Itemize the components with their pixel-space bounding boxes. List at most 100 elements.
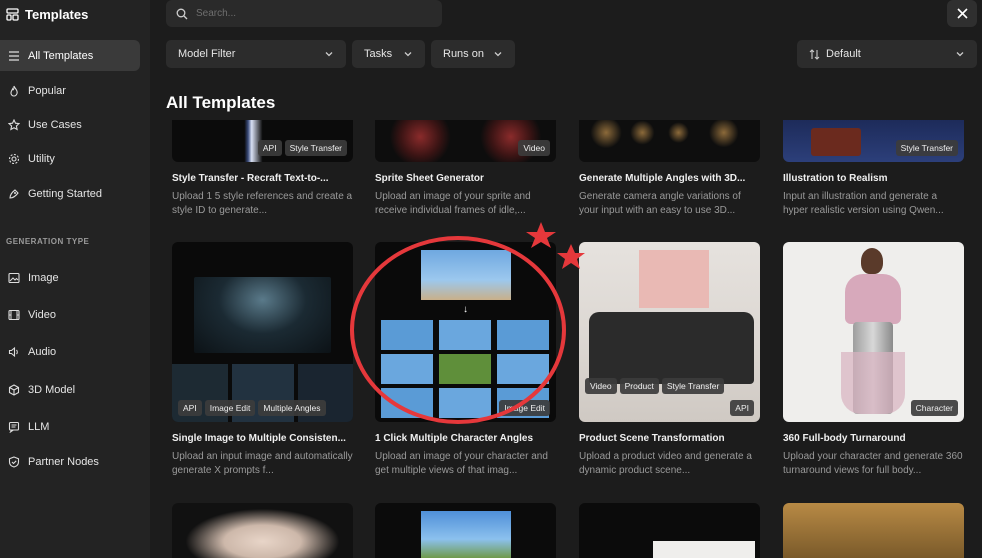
template-card-product-scene[interactable]: Video Product Style Transfer API Product… <box>579 242 760 478</box>
sidebar-item-label: Partner Nodes <box>28 455 99 468</box>
template-card-sprite-sheet[interactable]: Video Sprite Sheet Generator Upload an i… <box>375 120 556 218</box>
template-card-360-turnaround[interactable]: Character 360 Full-body Turnaround Uploa… <box>783 242 964 478</box>
tasks-label: Tasks <box>364 48 393 60</box>
runs-on-label: Runs on <box>443 48 484 60</box>
template-card-row3-2[interactable] <box>375 503 556 558</box>
card-tags: API Style Transfer <box>178 140 347 156</box>
chevron-down-icon <box>956 52 964 57</box>
sort-dropdown[interactable]: Default <box>797 40 977 68</box>
card-tags: Character <box>789 400 958 416</box>
card-thumbnail: Style Transfer <box>783 120 964 162</box>
card-thumbnail: Video Product Style Transfer API <box>579 242 760 422</box>
sidebar-item-llm[interactable]: LLM <box>0 411 140 442</box>
sidebar-item-use-cases[interactable]: Use Cases <box>0 109 140 140</box>
card-description: Upload your character and generate 360 t… <box>783 451 963 476</box>
video-icon <box>8 309 20 320</box>
tag-style-transfer: Style Transfer <box>895 140 958 156</box>
tag-style-transfer: Style Transfer <box>661 378 725 394</box>
chevron-down-icon <box>325 52 333 57</box>
sidebar-item-label: All Templates <box>28 49 94 62</box>
tag-multiple-angles: Multiple Angles <box>258 400 326 416</box>
audio-icon <box>8 346 18 357</box>
sidebar-item-label: Popular <box>28 84 66 97</box>
template-card-style-transfer[interactable]: API Style Transfer Style Transfer - Recr… <box>172 120 353 218</box>
image-icon <box>8 272 20 283</box>
list-icon <box>9 50 19 61</box>
card-title: Single Image to Multiple Consisten... <box>172 433 346 444</box>
card-thumbnail <box>172 503 353 558</box>
card-thumbnail <box>375 503 556 558</box>
card-description: Upload 1 5 style references and create a… <box>172 191 353 216</box>
template-icon <box>6 7 19 21</box>
main-panel: Model Filter Tasks Runs on Default All T… <box>150 0 982 558</box>
template-card-character-angles[interactable]: ↓ Image Edit 1 Click Multiple Character … <box>375 242 556 478</box>
card-title: Product Scene Transformation <box>579 433 725 444</box>
sidebar-brand: Templates <box>6 6 88 22</box>
rocket-icon <box>9 188 19 199</box>
card-tags: API Image Edit Multiple Angles <box>178 400 347 416</box>
search-box[interactable] <box>166 0 442 27</box>
badge-icon <box>8 455 20 468</box>
card-tags: Video Product Style Transfer <box>585 378 754 394</box>
card-thumbnail: Character <box>783 242 964 422</box>
chat-icon <box>8 421 20 433</box>
tag-product: Product <box>619 378 659 394</box>
sidebar-title: Templates <box>25 6 89 22</box>
template-card-row3-3[interactable] <box>579 503 760 558</box>
tag-video: Video <box>585 378 617 394</box>
card-thumbnail: API Image Edit Multiple Angles <box>172 242 353 422</box>
template-card-single-image-multiple[interactable]: API Image Edit Multiple Angles Single Im… <box>172 242 353 478</box>
card-thumbnail <box>783 503 964 558</box>
sidebar-item-video[interactable]: Video <box>0 299 140 330</box>
sidebar-item-label: Use Cases <box>28 118 82 131</box>
sidebar-item-label: LLM <box>28 420 50 433</box>
close-button[interactable] <box>947 0 977 27</box>
template-card-row3-4[interactable] <box>783 503 964 558</box>
sidebar-item-label: Image <box>28 271 59 284</box>
model-filter-label: Model Filter <box>178 48 236 60</box>
sidebar-item-label: Video <box>28 308 56 321</box>
card-thumbnail: Video <box>375 120 556 162</box>
sidebar-item-label: Audio <box>28 345 57 358</box>
card-tags: Image Edit <box>381 400 550 416</box>
sidebar-item-label: 3D Model <box>28 383 76 396</box>
sidebar-item-label: Utility <box>28 152 55 165</box>
runs-on-dropdown[interactable]: Runs on <box>431 40 515 68</box>
model-filter-dropdown[interactable]: Model Filter <box>166 40 346 68</box>
card-description: Upload an image of your character and ge… <box>375 451 548 476</box>
card-description: Upload an image of your sprite and recei… <box>375 191 531 216</box>
search-input[interactable] <box>196 8 416 19</box>
flame-icon <box>10 85 18 97</box>
card-description: Generate camera angle variations of your… <box>579 191 741 216</box>
card-title: Generate Multiple Angles with 3D... <box>579 173 746 184</box>
card-title: 360 Full-body Turnaround <box>783 433 906 444</box>
chevron-down-icon <box>494 52 502 57</box>
tasks-dropdown[interactable]: Tasks <box>352 40 425 68</box>
tag-character: Character <box>910 400 958 416</box>
card-thumbnail: ↓ Image Edit <box>375 242 556 422</box>
sidebar-item-label: Getting Started <box>28 187 102 200</box>
sidebar-item-partner-nodes[interactable]: Partner Nodes <box>0 446 140 477</box>
card-title: Sprite Sheet Generator <box>375 173 484 184</box>
sidebar: Templates All Templates Popular Use Case… <box>0 0 150 558</box>
tag-style-transfer: Style Transfer <box>284 140 347 156</box>
tag-image-edit: Image Edit <box>499 400 550 416</box>
card-title: Illustration to Realism <box>783 173 888 184</box>
page-title: All Templates <box>166 93 276 112</box>
card-title: 1 Click Multiple Character Angles <box>375 433 534 444</box>
sidebar-item-image[interactable]: Image <box>0 262 140 293</box>
sidebar-item-3d-model[interactable]: 3D Model <box>0 374 140 405</box>
sidebar-item-all-templates[interactable]: All Templates <box>0 40 140 71</box>
card-tags: Style Transfer <box>789 140 958 156</box>
sidebar-item-utility[interactable]: Utility <box>0 143 140 174</box>
template-card-multiple-angles-3d[interactable]: Generate Multiple Angles with 3D... Gene… <box>579 120 760 218</box>
tag-video: Video <box>518 140 550 156</box>
star-icon <box>8 118 20 131</box>
cube-icon <box>8 383 20 396</box>
template-card-illustration-to-realism[interactable]: Style Transfer Illustration to Realism I… <box>783 120 964 218</box>
chevron-down-icon <box>404 52 412 57</box>
sidebar-item-getting-started[interactable]: Getting Started <box>0 178 140 209</box>
template-card-row3-1[interactable] <box>172 503 353 558</box>
sidebar-item-popular[interactable]: Popular <box>0 75 140 106</box>
sidebar-item-audio[interactable]: Audio <box>0 336 140 367</box>
